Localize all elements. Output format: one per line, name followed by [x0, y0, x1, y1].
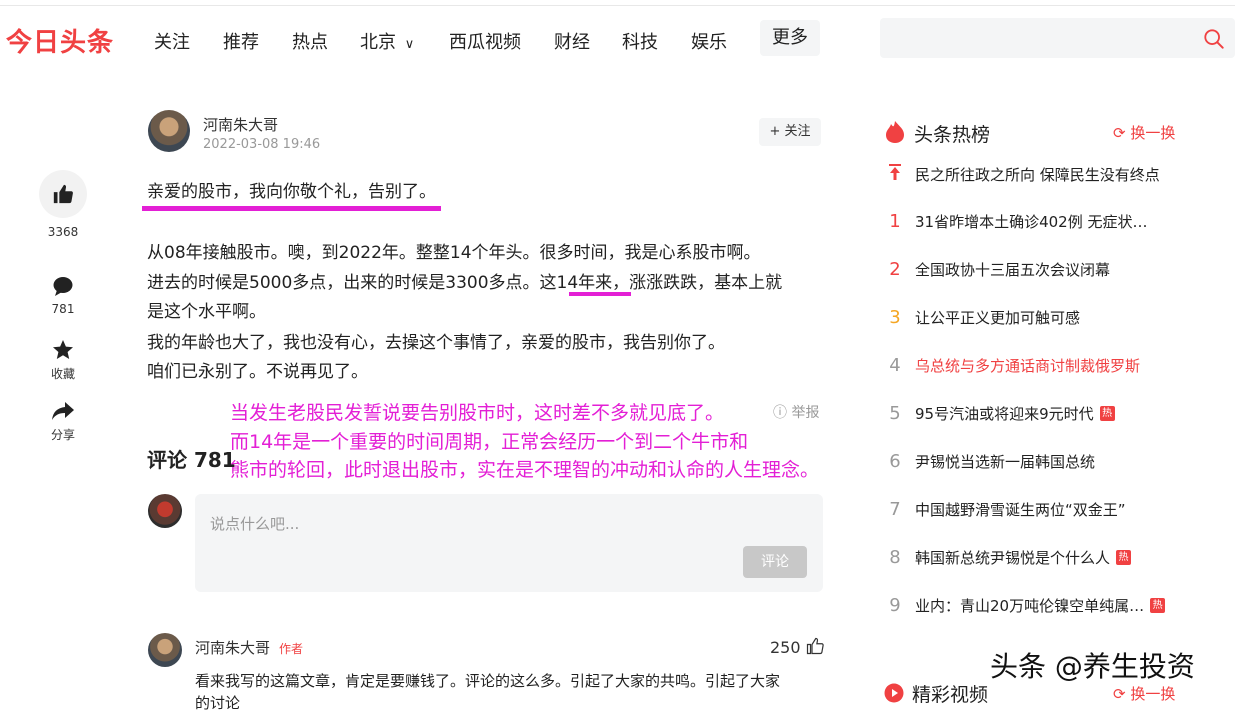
comment-like-button[interactable]: 250 [770, 637, 824, 657]
hot-list-item[interactable]: 6 尹锡悦当选新一届韩国总统 [885, 451, 1095, 481]
annotation-line: 当发生老股民发誓说要告别股市时，这时差不多就见底了。 [230, 402, 725, 424]
nav-tech[interactable]: 科技 [622, 28, 658, 54]
thumbs-up-icon [53, 184, 73, 204]
hot-rank: 7 [889, 499, 901, 520]
follow-button[interactable]: + 关注 [759, 118, 821, 146]
hot-item-text: 95号汽油或将迎来9元时代 [915, 405, 1094, 423]
chevron-down-icon: ∨ [404, 37, 415, 52]
article-paragraph: 从08年接触股市。噢，到2022年。整整14个年头。很多时间，我是心系股市啊。 [147, 243, 761, 263]
submit-comment-button[interactable]: 评论 [743, 546, 807, 578]
hot-rank: 1 [889, 211, 901, 232]
author-avatar[interactable] [148, 110, 190, 152]
hot-rank: 4 [889, 355, 901, 376]
flame-icon [886, 121, 904, 143]
collect-label: 收藏 [50, 367, 75, 381]
hot-badge: 热 [1150, 598, 1166, 613]
search-input[interactable] [880, 18, 1235, 58]
play-icon [884, 683, 904, 703]
author-name[interactable]: 河南朱大哥 [203, 114, 278, 135]
hot-list-item[interactable]: 民之所往政之所向 保障民生没有终点 [885, 163, 1160, 193]
nav-entertainment[interactable]: 娱乐 [691, 28, 727, 54]
hot-item-text: 让公平正义更加可触可感 [915, 309, 1081, 327]
nav-xigua-video[interactable]: 西瓜视频 [449, 28, 521, 54]
hot-list-item[interactable]: 9 业内：青山20万吨伦镍空单纯属… 热 [885, 595, 1166, 625]
comment-placeholder: 说点什么吧... [210, 515, 300, 533]
comment-icon[interactable] [51, 275, 75, 297]
like-button[interactable] [39, 170, 87, 218]
hot-rank: 6 [889, 451, 901, 472]
info-icon: ⓘ [773, 405, 787, 421]
share-label: 分享 [50, 428, 75, 442]
article-title: 亲爱的股市，我向你敬个礼，告别了。 [147, 182, 436, 202]
hot-list-item[interactable]: 8 韩国新总统尹锡悦是个什么人热 [885, 547, 1132, 577]
nav-follow[interactable]: 关注 [154, 28, 190, 54]
hot-badge: 热 [1116, 550, 1132, 565]
nav-beijing[interactable]: 北京 ∨ [360, 28, 414, 54]
publish-time: 2022-03-08 19:46 [203, 137, 321, 152]
hot-rank: 9 [889, 595, 901, 616]
hot-rank: 3 [889, 307, 901, 328]
refresh-label: 换一换 [1130, 124, 1176, 142]
hot-list-item[interactable]: 4 乌总统与多方通话商讨制裁俄罗斯 [885, 355, 1140, 385]
comment-text: 的讨论 [195, 694, 241, 712]
hot-item-text: 31省昨增本土确诊402例 无症状… [915, 213, 1148, 231]
annotation-line: 熊市的轮回，此时退出股市，实在是不理智的冲动和认命的人生理念。 [230, 459, 820, 481]
commenter-name[interactable]: 河南朱大哥 [195, 637, 270, 658]
comment-like-count: 250 [770, 638, 801, 657]
like-count: 3368 [47, 225, 79, 239]
article-paragraph: 我的年龄也大了，我也没有心，去操这个事情了，亲爱的股市，我告别你了。 [147, 333, 725, 353]
hot-item-text: 业内：青山20万吨伦镍空单纯属… [915, 597, 1145, 615]
nav-beijing-label: 北京 [360, 32, 396, 53]
comment-input[interactable] [195, 494, 823, 592]
hot-item-text: 全国政协十三届五次会议闭幕 [915, 261, 1111, 279]
top-border [0, 5, 1235, 6]
site-logo[interactable]: 今日头条 [6, 22, 114, 59]
hot-item-text: 中国越野滑雪诞生两位“双金王” [915, 501, 1126, 519]
highlight-underline [569, 292, 631, 296]
hot-rank: 8 [889, 547, 901, 568]
comment-text: 看来我写的这篇文章，肯定是要赚钱了。评论的这么多。引起了大家的共鸣。引起了大家 [195, 672, 781, 690]
hot-list-item[interactable]: 2 全国政协十三届五次会议闭幕 [885, 259, 1110, 289]
highlight-underline [142, 206, 441, 211]
comment-count: 781 [51, 302, 75, 316]
comments-title: 评论 781 [147, 448, 236, 472]
report-button[interactable]: ⓘ 举报 [773, 402, 819, 422]
hot-refresh-button[interactable]: ⟳ 换一换 [1113, 122, 1175, 143]
hot-list-title: 头条热榜 [914, 124, 991, 146]
hot-item-text: 尹锡悦当选新一届韩国总统 [915, 453, 1096, 471]
article-paragraph: 进去的时候是5000多点，出来的时候是3300多点。这14年来，涨涨跌跌，基本上… [147, 273, 783, 293]
refresh-icon: ⟳ [1113, 124, 1126, 142]
video-section-title: 精彩视频 [912, 684, 989, 706]
hot-list-item[interactable]: 1 31省昨增本土确诊402例 无症状… [885, 211, 1148, 241]
nav-hot[interactable]: 热点 [292, 28, 328, 54]
share-icon[interactable] [51, 400, 75, 422]
hot-item-text: 韩国新总统尹锡悦是个什么人 [915, 549, 1111, 567]
user-avatar [148, 494, 182, 528]
search-icon[interactable] [1203, 28, 1225, 50]
hot-item-text: 乌总统与多方通话商讨制裁俄罗斯 [915, 357, 1141, 375]
hot-rank: 5 [889, 403, 901, 424]
commenter-avatar[interactable] [148, 633, 182, 667]
hot-item-text: 民之所往政之所向 保障民生没有终点 [915, 166, 1160, 184]
report-label: 举报 [791, 405, 820, 421]
watermark: 头条 @养生投资 [990, 650, 1195, 683]
nav-recommend[interactable]: 推荐 [223, 28, 259, 54]
nav-more-button[interactable]: 更多 [760, 20, 820, 56]
hot-rank: 2 [889, 259, 901, 280]
article-paragraph: 是这个水平啊。 [147, 302, 266, 322]
refresh-icon: ⟳ [1113, 685, 1126, 703]
pin-top-icon [885, 163, 905, 186]
nav-finance[interactable]: 财经 [554, 28, 590, 54]
author-badge: 作者 [279, 642, 304, 656]
hot-list-item[interactable]: 3 让公平正义更加可触可感 [885, 307, 1080, 337]
hot-list-item[interactable]: 7 中国越野滑雪诞生两位“双金王” [885, 499, 1126, 529]
thumbs-up-icon [806, 637, 824, 655]
star-icon[interactable] [51, 339, 75, 361]
refresh-label: 换一换 [1130, 685, 1176, 703]
hot-badge: 热 [1099, 406, 1115, 421]
article-paragraph: 咱们已永别了。不说再见了。 [147, 362, 368, 382]
annotation-line: 而14年是一个重要的时间周期，正常会经历一个到二个牛市和 [230, 431, 749, 453]
hot-list-item[interactable]: 5 95号汽油或将迎来9元时代热 [885, 403, 1115, 433]
